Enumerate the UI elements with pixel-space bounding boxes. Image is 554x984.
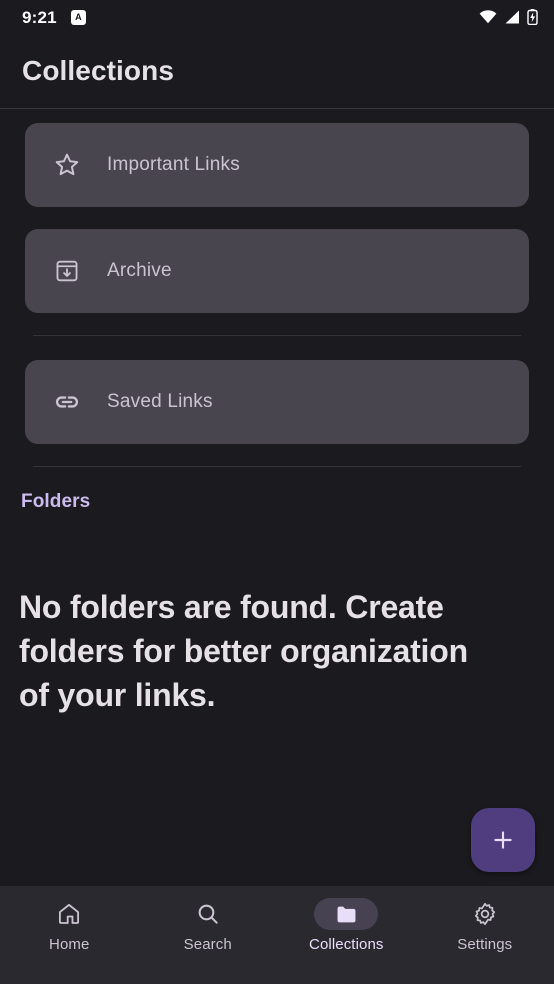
nav-label-home: Home [49,936,90,953]
add-folder-fab-button[interactable] [471,808,535,872]
nav-pill-settings [453,898,517,930]
nav-pill-search [176,898,240,930]
link-chain-icon [43,388,91,416]
page-header: Collections [0,34,554,108]
status-bar-left: 9:21 A [22,9,86,26]
status-bar: 9:21 A [0,0,554,34]
nav-item-collections[interactable]: Collections [277,898,416,953]
plus-icon [490,827,516,853]
folders-section-divider [33,466,521,467]
collection-card-label: Important Links [107,154,240,175]
gear-icon [472,901,498,927]
battery-charging-icon [527,9,538,25]
bottom-navigation-bar: Home Search Collections Settings [0,886,554,984]
folder-icon [334,902,359,927]
nav-item-search[interactable]: Search [139,898,278,953]
status-bar-right [479,9,538,25]
nav-pill-collections [314,898,379,930]
star-icon [43,151,91,179]
nav-item-home[interactable]: Home [0,898,139,953]
cellular-signal-icon [504,10,520,24]
collection-card-archive[interactable]: Archive [25,229,529,313]
collection-card-important-links[interactable]: Important Links [25,123,529,207]
folders-section-title: Folders [21,491,91,512]
notification-app-badge-icon: A [70,9,86,25]
archive-box-icon [43,258,91,284]
nav-pill-home [37,898,101,930]
home-icon [56,901,82,927]
collection-card-saved-links[interactable]: Saved Links [25,360,529,444]
content-area: Important Links Archive Saved Links Fold… [0,109,554,886]
search-icon [195,901,221,927]
collection-card-label: Saved Links [107,391,213,412]
folders-empty-message: No folders are found. Create folders for… [19,589,468,713]
page-title: Collections [22,55,175,86]
status-bar-clock: 9:21 [22,7,57,27]
app-screen: 9:21 A Collections Important Links Archi… [0,0,554,984]
nav-label-search: Search [183,936,232,953]
nav-label-collections: Collections [309,936,384,953]
wifi-icon [479,10,497,24]
collection-card-label: Archive [107,260,172,281]
nav-label-settings: Settings [457,936,513,953]
nav-item-settings[interactable]: Settings [416,898,554,953]
section-divider [33,335,521,336]
